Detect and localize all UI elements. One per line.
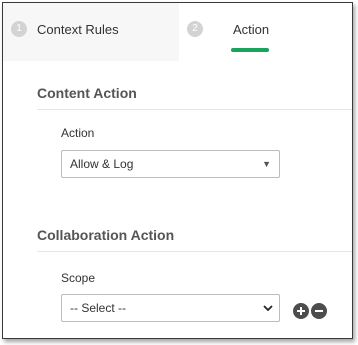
- remove-scope-button[interactable]: [311, 303, 327, 319]
- rule-editor-panel: 1 Context Rules 2 Action Content Action …: [2, 2, 353, 339]
- step-number-badge: 2: [187, 21, 203, 37]
- tab-label: Context Rules: [37, 22, 119, 37]
- tab-label: Action: [233, 22, 270, 37]
- caret-down-icon: ▼: [262, 159, 271, 169]
- step-tabs: 1 Context Rules 2 Action: [3, 3, 352, 61]
- content-action-heading: Content Action: [37, 85, 137, 101]
- minus-icon: [315, 310, 323, 312]
- plus-icon: [297, 307, 305, 315]
- action-step-content: Content Action Action Allow & Log ▼ Coll…: [3, 61, 352, 338]
- action-select[interactable]: Allow & Log ▼: [61, 150, 280, 178]
- add-scope-button[interactable]: [293, 303, 309, 319]
- section-divider: [37, 251, 352, 252]
- step-number-badge: 1: [11, 21, 27, 37]
- action-select-value: Allow & Log: [70, 157, 134, 171]
- scope-field-label: Scope: [61, 271, 96, 285]
- chevron-down-icon: [263, 305, 273, 312]
- active-tab-indicator: [231, 48, 269, 52]
- tab-action[interactable]: 2 Action: [179, 3, 352, 61]
- collaboration-action-heading: Collaboration Action: [37, 227, 175, 243]
- scope-select[interactable]: -- Select --: [61, 294, 280, 322]
- section-divider: [37, 109, 352, 110]
- action-field-label: Action: [61, 126, 95, 140]
- tab-context-rules[interactable]: 1 Context Rules: [3, 3, 179, 61]
- scope-select-value: -- Select --: [70, 301, 127, 315]
